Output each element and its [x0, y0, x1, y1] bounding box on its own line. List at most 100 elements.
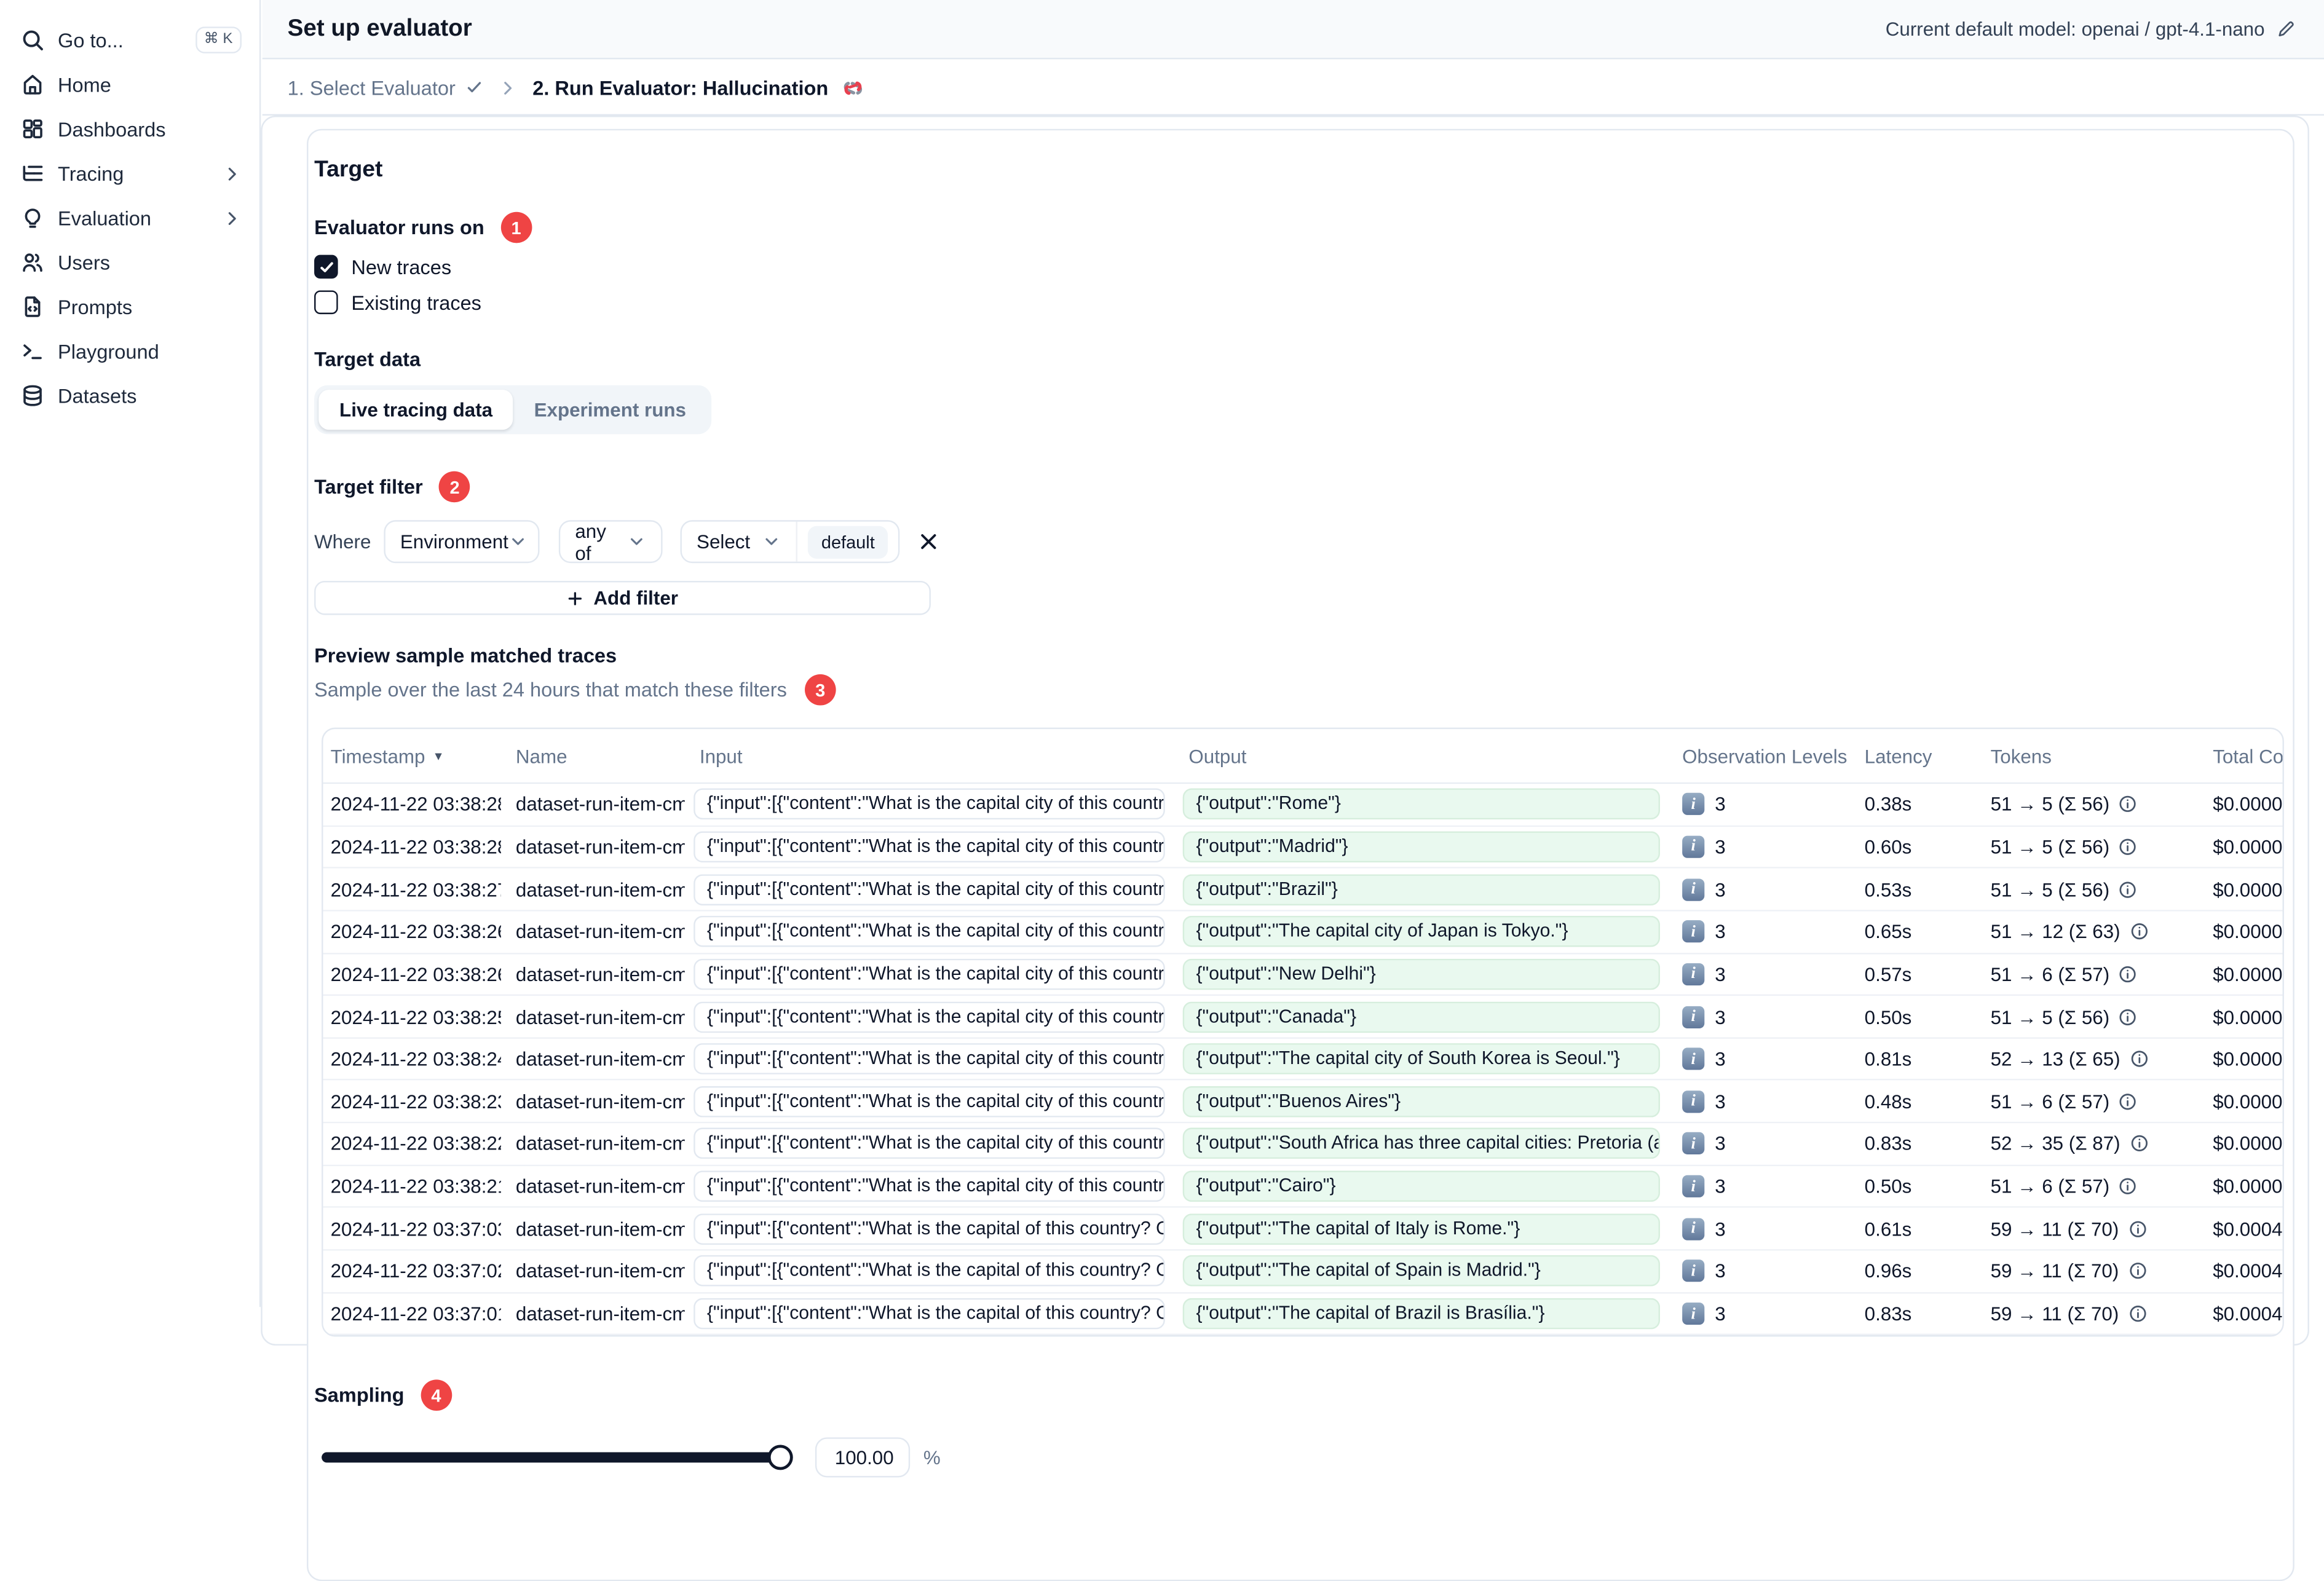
step-select-evaluator[interactable]: 1. Select Evaluator [288, 76, 484, 98]
table-row[interactable]: 2024-11-22 03:38:23 dataset-run-item-cm3… [323, 1081, 2283, 1124]
info-circle-icon[interactable] [2119, 1092, 2138, 1111]
topbar: Set up evaluator Current default model: … [262, 0, 2324, 60]
info-circle-icon[interactable] [2119, 880, 2138, 899]
cell-input[interactable]: {"input":[{"content":"What is the capita… [694, 1128, 1165, 1160]
cell-input[interactable]: {"input":[{"content":"What is the capita… [694, 1170, 1165, 1202]
table-row[interactable]: 2024-11-22 03:37:01 dataset-run-item-cm3… [323, 1293, 2283, 1336]
cell-output[interactable]: {"output":"Brazil"} [1182, 873, 1660, 905]
cell-total-cost: $0.000011 ( [2213, 835, 2283, 858]
cell-name: dataset-run-item-cm3s4 [515, 1132, 685, 1156]
cell-input[interactable]: {"input":[{"content":"What is the capita… [694, 1298, 1165, 1330]
sampling-row: 100.00 % [314, 1438, 2272, 1478]
evaluation-icon [25, 208, 41, 228]
sidebar-item-users[interactable]: Users [0, 240, 259, 285]
cell-input[interactable]: {"input":[{"content":"What is the capita… [694, 1213, 1165, 1245]
info-circle-icon[interactable] [2129, 1049, 2148, 1068]
table-row[interactable]: 2024-11-22 03:38:22 dataset-run-item-cm3… [323, 1123, 2283, 1166]
cell-input[interactable]: {"input":[{"content":"What is the capita… [694, 916, 1165, 948]
cell-output[interactable]: {"output":"The capital city of Japan is … [1182, 916, 1660, 948]
remove-filter-button[interactable] [918, 530, 940, 553]
info-emoji-icon: i [1682, 835, 1705, 858]
info-circle-icon[interactable] [2129, 1134, 2148, 1153]
cell-output[interactable]: {"output":"New Delhi"} [1182, 958, 1660, 990]
tab-live-tracing-data[interactable]: Live tracing data [318, 390, 513, 430]
sidebar-item-tracing[interactable]: Tracing [0, 151, 259, 195]
cell-output[interactable]: {"output":"The capital of Spain is Madri… [1182, 1255, 1660, 1287]
info-circle-icon[interactable] [2128, 1219, 2147, 1238]
cell-observation-levels: i 3 [1667, 1005, 1850, 1028]
info-circle-icon[interactable] [2119, 837, 2138, 856]
cell-output[interactable]: {"output":"Buenos Aires"} [1182, 1086, 1660, 1118]
column-header-output: Output [1188, 744, 1247, 767]
sampling-value-input[interactable]: 100.00 [815, 1438, 911, 1478]
column-header-timestamp[interactable]: Timestamp ▼ [323, 744, 501, 767]
cell-observation-levels: i 3 [1667, 835, 1850, 858]
search-icon [23, 30, 43, 50]
cell-observation-levels: i 3 [1667, 1260, 1850, 1283]
cell-input[interactable]: {"input":[{"content":"What is the capita… [694, 1086, 1165, 1118]
cell-input[interactable]: {"input":[{"content":"What is the capita… [694, 1001, 1165, 1033]
info-circle-icon[interactable] [2119, 795, 2138, 814]
runs-on-label: Evaluator runs on [314, 216, 484, 239]
cell-input[interactable]: {"input":[{"content":"What is the capita… [694, 1255, 1165, 1287]
edit-icon[interactable] [2277, 19, 2296, 38]
cell-output[interactable]: {"output":"The capital of Brazil is Bras… [1182, 1298, 1660, 1330]
info-circle-icon[interactable] [2128, 1304, 2147, 1323]
cell-input[interactable]: {"input":[{"content":"What is the capita… [694, 958, 1165, 990]
new-traces-checkbox[interactable] [314, 254, 338, 279]
sidebar-item-datasets[interactable]: Datasets [0, 373, 259, 417]
cell-timestamp: 2024-11-22 03:38:25 [330, 1005, 501, 1028]
table-row[interactable]: 2024-11-22 03:38:28 dataset-run-item-cm3… [323, 784, 2283, 827]
tab-experiment-runs[interactable]: Experiment runs [513, 390, 707, 430]
page-title: Set up evaluator [287, 15, 472, 41]
sidebar-item-prompts[interactable]: Prompts [0, 285, 259, 329]
info-circle-icon[interactable] [2119, 964, 2138, 984]
table-row[interactable]: 2024-11-22 03:38:21 dataset-run-item-cm3… [323, 1165, 2283, 1208]
existing-traces-checkbox[interactable] [314, 290, 338, 315]
info-circle-icon[interactable] [2129, 922, 2148, 941]
cell-latency: 0.50s [1864, 1005, 1912, 1028]
filter-column-select[interactable]: Environment [384, 520, 540, 564]
info-circle-icon[interactable] [2119, 1177, 2138, 1196]
content-frame: Target Evaluator runs on 1 New traces Ex… [261, 116, 2309, 1581]
table-row[interactable]: 2024-11-22 03:37:03 dataset-run-item-cm3… [323, 1208, 2283, 1251]
cell-input[interactable]: {"input":[{"content":"What is the capita… [694, 789, 1165, 820]
table-row[interactable]: 2024-11-22 03:38:26 dataset-run-item-cm3… [323, 911, 2283, 954]
cell-output[interactable]: {"output":"Cairo"} [1182, 1170, 1660, 1202]
table-row[interactable]: 2024-11-22 03:38:28 dataset-run-item-cm3… [323, 826, 2283, 869]
cell-input[interactable]: {"input":[{"content":"What is the capita… [694, 831, 1165, 862]
cell-output[interactable]: {"output":"Rome"} [1182, 789, 1660, 820]
cell-input[interactable]: {"input":[{"content":"What is the capita… [694, 1043, 1165, 1075]
cell-input[interactable]: {"input":[{"content":"What is the capita… [694, 873, 1165, 905]
cell-output[interactable]: {"output":"The capital of Italy is Rome.… [1182, 1213, 1660, 1245]
add-filter-button[interactable]: Add filter [314, 580, 931, 615]
cell-total-cost: $0.000029 [2213, 1132, 2283, 1156]
goto-search[interactable]: Go to... ⌘ K [0, 18, 259, 62]
table-row[interactable]: 2024-11-22 03:38:25 dataset-run-item-cm3… [323, 996, 2283, 1039]
info-circle-icon[interactable] [2128, 1261, 2147, 1280]
slider-thumb[interactable] [767, 1445, 793, 1471]
cell-output[interactable]: {"output":"Madrid"} [1182, 831, 1660, 862]
table-row[interactable]: 2024-11-22 03:38:26 dataset-run-item-cm3… [323, 953, 2283, 996]
cell-name: dataset-run-item-cm3s4 [515, 1175, 685, 1198]
sidebar-item-evaluation[interactable]: Evaluation [0, 195, 259, 240]
sidebar-item-dashboards[interactable]: Dashboards [0, 107, 259, 151]
playground-icon [23, 344, 42, 360]
sidebar-item-home[interactable]: Home [0, 62, 259, 106]
cell-total-cost: $0.000015 [2213, 920, 2283, 943]
sidebar-item-playground[interactable]: Playground [0, 329, 259, 373]
table-row[interactable]: 2024-11-22 03:38:27 dataset-run-item-cm3… [323, 869, 2283, 912]
cell-name: dataset-run-item-cm3s4 [515, 1090, 685, 1113]
cell-output[interactable]: {"output":"South Africa has three capita… [1182, 1128, 1660, 1160]
cell-latency: 0.65s [1864, 920, 1912, 943]
filter-value-select[interactable]: Select default [680, 520, 900, 564]
target-heading: Target [314, 157, 383, 183]
filter-operator-select[interactable]: any of [558, 519, 663, 564]
sampling-slider[interactable] [322, 1445, 793, 1471]
cell-output[interactable]: {"output":"The capital city of South Kor… [1182, 1043, 1660, 1075]
cell-timestamp: 2024-11-22 03:38:28 [330, 793, 501, 816]
table-row[interactable]: 2024-11-22 03:38:24 dataset-run-item-cm3… [323, 1038, 2283, 1081]
info-circle-icon[interactable] [2119, 1007, 2138, 1026]
table-row[interactable]: 2024-11-22 03:37:02 dataset-run-item-cm3… [323, 1250, 2283, 1293]
cell-output[interactable]: {"output":"Canada"} [1182, 1001, 1660, 1033]
